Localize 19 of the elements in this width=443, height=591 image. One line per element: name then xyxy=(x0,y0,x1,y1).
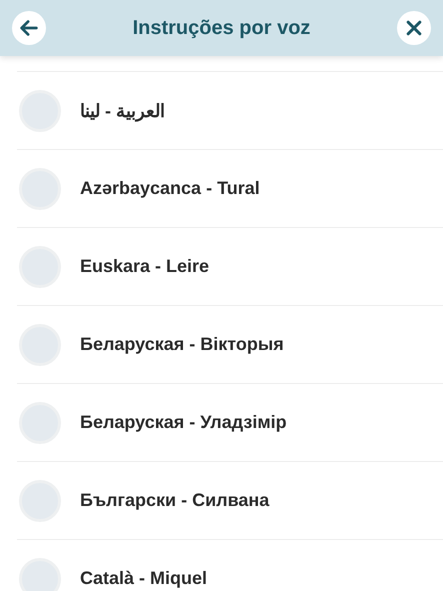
voice-label: Беларуская - Вікторыя xyxy=(80,334,284,355)
radio-button[interactable] xyxy=(19,402,61,444)
radio-button[interactable] xyxy=(19,246,61,288)
close-button[interactable] xyxy=(397,11,431,45)
radio-button[interactable] xyxy=(19,480,61,522)
radio-button[interactable] xyxy=(19,90,61,132)
radio-button[interactable] xyxy=(19,168,61,210)
voice-label: Azərbaycanca - Tural xyxy=(80,178,260,199)
voice-label: العربية - لينا xyxy=(80,100,165,122)
back-arrow-icon xyxy=(18,17,40,39)
voice-label: Беларуская - Уладзімір xyxy=(80,412,287,433)
voice-label: Български - Силвана xyxy=(80,490,270,511)
back-button[interactable] xyxy=(12,11,46,45)
screen-title: Instruções por voz xyxy=(132,16,310,40)
radio-button[interactable] xyxy=(19,324,61,366)
voice-label: Català - Miquel xyxy=(80,568,208,589)
close-icon xyxy=(404,18,424,38)
voice-label: Euskara - Leire xyxy=(80,256,210,277)
radio-button[interactable] xyxy=(19,558,61,591)
